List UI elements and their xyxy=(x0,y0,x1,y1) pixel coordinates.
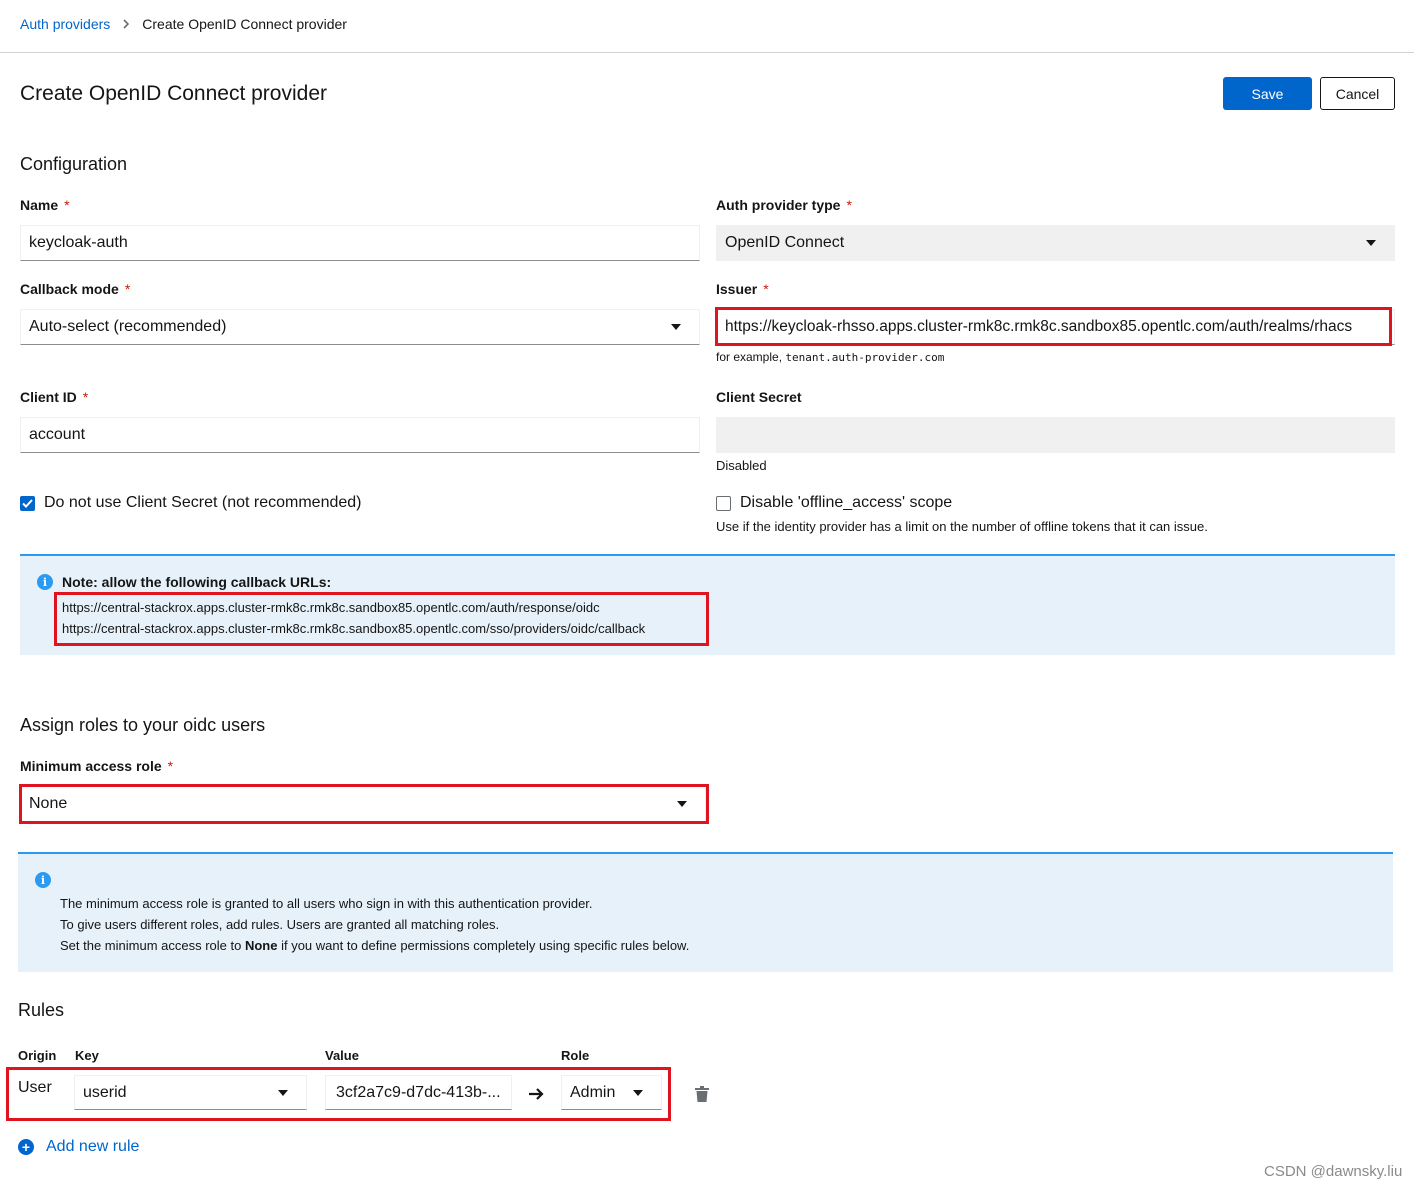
required-marker: * xyxy=(763,281,769,297)
name-label: Name * xyxy=(20,197,70,213)
required-marker: * xyxy=(846,197,852,213)
required-marker: * xyxy=(82,389,89,405)
disable-offline-label: Disable 'offline_access' scope xyxy=(740,494,953,511)
issuer-label: Issuer * xyxy=(716,281,769,297)
rules-col-origin: Origin xyxy=(18,1048,57,1063)
page-title: Create OpenID Connect provider xyxy=(20,82,327,105)
client-secret-label: Client Secret xyxy=(716,389,802,405)
required-marker: * xyxy=(64,197,70,213)
rules-heading: Rules xyxy=(18,1000,65,1020)
rules-col-value: Value xyxy=(325,1048,359,1063)
auth-provider-type-select[interactable]: OpenID Connect xyxy=(716,225,1395,261)
check-icon xyxy=(22,498,33,508)
callback-note-title: Note: allow the following callback URLs: xyxy=(62,574,332,590)
no-client-secret-label: Do not use Client Secret (not recommende… xyxy=(44,494,362,511)
issuer-highlight xyxy=(715,307,1392,346)
client-id-input[interactable]: account xyxy=(20,417,700,453)
plus-circle-icon: + xyxy=(18,1139,34,1155)
no-client-secret-checkbox-row[interactable]: Do not use Client Secret (not recommende… xyxy=(20,494,361,512)
auth-provider-type-label: Auth provider type * xyxy=(716,197,852,213)
callback-mode-value: Auto-select (recommended) xyxy=(29,318,227,335)
rules-col-key: Key xyxy=(75,1048,99,1063)
callback-mode-label: Callback mode * xyxy=(20,281,131,297)
min-role-info-line1: The minimum access role is granted to al… xyxy=(60,896,593,911)
rules-col-role: Role xyxy=(561,1048,590,1063)
caret-down-icon xyxy=(671,324,681,330)
info-icon: i xyxy=(35,872,51,888)
name-input[interactable]: keycloak-auth xyxy=(20,225,700,261)
breadcrumb: Auth providers Create OpenID Connect pro… xyxy=(20,16,347,32)
client-secret-input xyxy=(716,417,1395,453)
callback-urls-highlight xyxy=(54,592,709,646)
min-access-role-label: Minimum access role * xyxy=(20,758,174,774)
info-icon: i xyxy=(37,574,53,590)
checkbox-checked[interactable] xyxy=(20,495,35,511)
chevron-right-icon xyxy=(122,17,130,32)
required-marker: * xyxy=(124,281,131,297)
min-role-info-line2: To give users different roles, add rules… xyxy=(60,917,500,932)
client-secret-helper: Disabled xyxy=(716,458,767,473)
add-new-rule-button[interactable]: + Add new rule xyxy=(18,1138,139,1156)
disable-offline-checkbox-row[interactable]: Disable 'offline_access' scope xyxy=(716,494,952,512)
checkbox-unchecked[interactable] xyxy=(716,495,731,511)
header-divider xyxy=(0,52,1414,53)
breadcrumb-current: Create OpenID Connect provider xyxy=(142,16,347,32)
auth-provider-type-value: OpenID Connect xyxy=(725,234,845,251)
rule-row-highlight xyxy=(6,1067,671,1121)
callback-mode-select[interactable]: Auto-select (recommended) xyxy=(20,309,700,345)
cancel-button[interactable]: Cancel xyxy=(1320,77,1395,110)
caret-down-icon xyxy=(1366,240,1376,246)
min-access-role-highlight xyxy=(19,784,709,824)
save-button[interactable]: Save xyxy=(1223,77,1312,110)
issuer-helper: for example, tenant.auth-provider.com xyxy=(716,350,945,364)
configuration-heading: Configuration xyxy=(20,154,128,174)
disable-offline-helper: Use if the identity provider has a limit… xyxy=(716,519,1208,534)
trash-icon[interactable] xyxy=(695,1086,709,1107)
client-id-label: Client ID * xyxy=(20,389,89,405)
add-new-rule-label: Add new rule xyxy=(46,1138,140,1155)
min-role-info-line3: Set the minimum access role to None if y… xyxy=(60,938,690,953)
required-marker: * xyxy=(167,758,174,774)
breadcrumb-auth-providers-link[interactable]: Auth providers xyxy=(20,16,110,32)
watermark: CSDN @dawnsky.liu xyxy=(1264,1163,1403,1180)
assign-roles-heading: Assign roles to your oidc users xyxy=(20,715,266,735)
